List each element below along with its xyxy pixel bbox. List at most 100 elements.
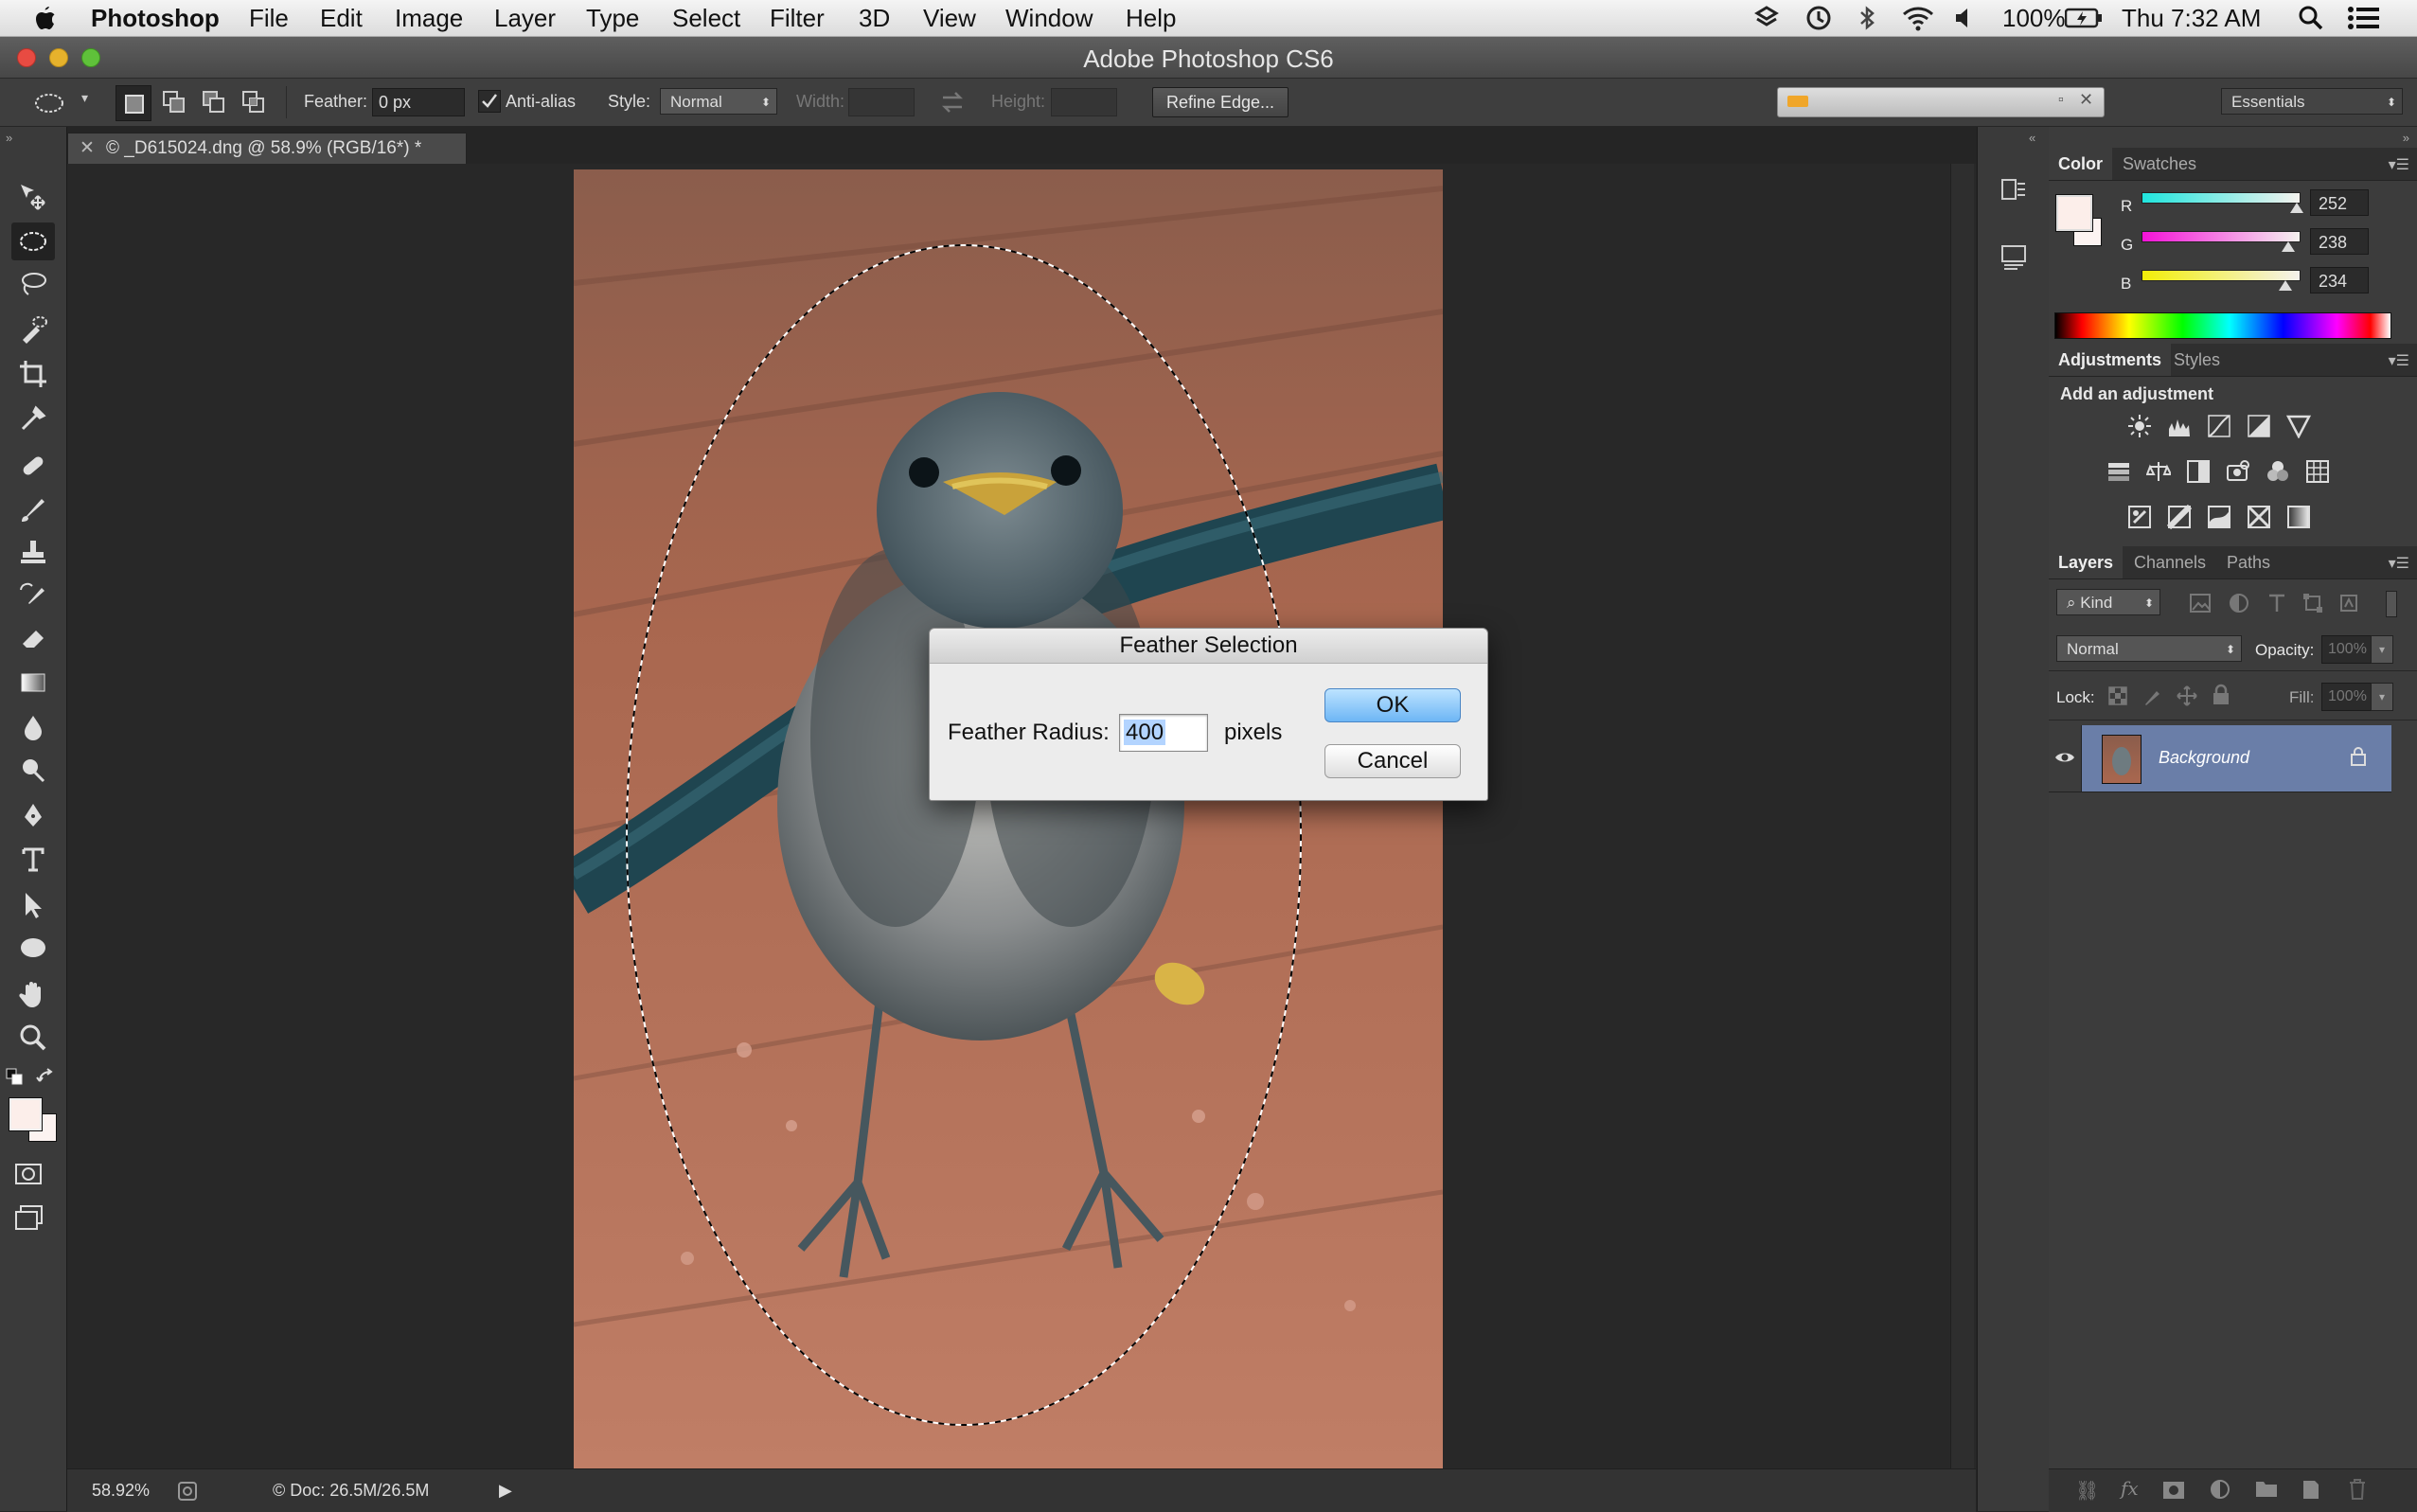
move-tool[interactable] — [11, 178, 55, 216]
dropbox-icon[interactable] — [1753, 5, 1780, 31]
exposure-icon[interactable] — [2246, 413, 2272, 439]
crop-tool[interactable] — [11, 355, 55, 393]
color-foreground-swatch[interactable] — [2056, 195, 2092, 231]
filter-pixel-layers-icon[interactable] — [2189, 593, 2212, 614]
channel-r-slider-thumb[interactable] — [2290, 203, 2303, 213]
preset-dropdown-arrow-icon[interactable]: ▾ — [81, 90, 88, 106]
channel-b-input[interactable]: 234 — [2310, 267, 2369, 294]
notification-center-icon[interactable] — [2347, 5, 2381, 31]
dodge-tool[interactable] — [11, 752, 55, 790]
color-spectrum-ramp[interactable] — [2054, 312, 2391, 339]
workspace-switcher[interactable]: Essentials ⬍ — [2221, 88, 2403, 115]
layer-filter-toggle[interactable] — [2386, 591, 2397, 617]
new-adjustment-layer-icon[interactable] — [2210, 1479, 2230, 1500]
type-tool[interactable] — [11, 841, 55, 879]
path-selection-tool[interactable] — [11, 886, 55, 924]
ok-button[interactable]: OK — [1324, 688, 1461, 722]
history-panel-icon[interactable] — [1999, 174, 2029, 205]
panel-menu-icon[interactable]: ▾☰ — [2389, 554, 2409, 573]
channel-g-input[interactable]: 238 — [2310, 228, 2369, 255]
default-colors-icon[interactable] — [6, 1068, 25, 1087]
menu-3d[interactable]: 3D — [859, 3, 890, 33]
channel-r-input[interactable]: 252 — [2310, 189, 2369, 216]
floating-mini-window[interactable]: ▫ ✕ — [1777, 87, 2105, 117]
app-menu[interactable]: Photoshop — [91, 3, 220, 33]
levels-icon[interactable] — [2166, 413, 2193, 439]
blur-tool[interactable] — [11, 708, 55, 746]
ellipse-shape-tool[interactable] — [11, 929, 55, 967]
refine-edge-button[interactable]: Refine Edge... — [1152, 87, 1288, 117]
opacity-dropdown-icon[interactable]: ▾ — [2371, 635, 2393, 664]
tab-styles[interactable]: Styles — [2164, 344, 2230, 376]
threshold-icon[interactable] — [2206, 504, 2232, 530]
add-to-selection-icon[interactable] — [161, 89, 187, 116]
new-layer-icon[interactable] — [2301, 1478, 2321, 1501]
color-lookup-icon[interactable] — [2304, 458, 2331, 485]
hue-saturation-icon[interactable] — [2106, 458, 2132, 485]
layer-filter-kind-select[interactable]: ⌕ Kind ⬍ — [2056, 589, 2160, 615]
gradient-tool[interactable] — [11, 664, 55, 702]
pen-tool[interactable] — [11, 797, 55, 835]
height-input[interactable] — [1051, 88, 1117, 116]
lasso-tool[interactable] — [11, 266, 55, 304]
eraser-tool[interactable] — [11, 620, 55, 658]
menu-edit[interactable]: Edit — [320, 3, 363, 33]
filter-shape-layers-icon[interactable] — [2302, 593, 2323, 614]
battery-icon[interactable] — [2065, 8, 2103, 28]
panel-menu-icon[interactable]: ▾☰ — [2389, 351, 2409, 370]
channel-b-slider[interactable] — [2142, 270, 2301, 281]
vibrance-icon[interactable] — [2285, 413, 2312, 439]
blend-mode-select[interactable]: Normal ⬍ — [2056, 635, 2242, 662]
swap-colors-icon[interactable] — [36, 1068, 57, 1087]
tab-layers[interactable]: Layers — [2049, 546, 2124, 578]
tab-paths[interactable]: Paths — [2217, 546, 2280, 578]
history-brush-tool[interactable] — [11, 578, 55, 615]
restore-icon[interactable]: ▫ — [2058, 92, 2064, 109]
expand-panels-icon[interactable]: « — [2029, 131, 2035, 145]
intersect-selection-icon[interactable] — [240, 89, 267, 116]
bluetooth-icon[interactable] — [1854, 5, 1880, 31]
posterize-icon[interactable] — [2166, 504, 2193, 530]
elliptical-marquee-tool[interactable] — [11, 222, 55, 260]
tab-adjustments[interactable]: Adjustments — [2049, 344, 2172, 376]
menu-image[interactable]: Image — [395, 3, 463, 33]
spot-healing-brush-tool[interactable] — [11, 447, 55, 485]
black-white-icon[interactable] — [2185, 458, 2212, 485]
lock-image-pixels-icon[interactable] — [2142, 685, 2162, 706]
style-select[interactable]: Normal ⬍ — [660, 88, 777, 115]
layer-visibility-toggle[interactable] — [2049, 725, 2082, 792]
hand-tool[interactable] — [11, 975, 55, 1013]
tool-preset-picker-icon[interactable] — [34, 91, 68, 116]
menu-window[interactable]: Window — [1005, 3, 1093, 33]
collapse-to-icons-icon[interactable]: » — [2403, 131, 2409, 145]
filter-type-layers-icon[interactable] — [2266, 593, 2287, 614]
collapse-panel-icon[interactable]: » — [6, 131, 12, 145]
menu-clock[interactable]: Thu 7:32 AM — [2122, 3, 2261, 33]
wifi-icon[interactable] — [1901, 5, 1935, 31]
new-selection-mode-button[interactable] — [116, 85, 151, 121]
status-menu-arrow-icon[interactable]: ▶ — [499, 1481, 512, 1501]
brush-tool[interactable] — [11, 490, 55, 528]
curves-icon[interactable] — [2206, 413, 2232, 439]
panel-menu-icon[interactable]: ▾☰ — [2389, 155, 2409, 174]
document-image[interactable] — [574, 169, 1443, 1471]
color-balance-icon[interactable] — [2145, 458, 2172, 485]
layer-style-fx-icon[interactable]: fx — [2121, 1477, 2139, 1500]
tab-swatches[interactable]: Swatches — [2113, 148, 2206, 180]
menu-select[interactable]: Select — [672, 3, 740, 33]
menu-help[interactable]: Help — [1126, 3, 1176, 33]
photo-filter-icon[interactable] — [2225, 458, 2251, 485]
vertical-scrollbar[interactable] — [1950, 164, 1974, 1468]
selective-color-icon[interactable] — [2246, 504, 2272, 530]
subtract-from-selection-icon[interactable] — [201, 89, 227, 116]
screen-mode-icon[interactable] — [13, 1204, 45, 1233]
channel-g-slider-thumb[interactable] — [2281, 241, 2295, 252]
tab-channels[interactable]: Channels — [2124, 546, 2215, 578]
channel-mixer-icon[interactable] — [2265, 458, 2291, 485]
zoom-level[interactable]: 58.92% — [92, 1481, 150, 1501]
lock-transparent-pixels-icon[interactable] — [2107, 685, 2128, 706]
volume-icon[interactable] — [1953, 6, 1978, 30]
cancel-button[interactable]: Cancel — [1324, 744, 1461, 778]
clone-stamp-tool[interactable] — [11, 534, 55, 572]
gradient-map-icon[interactable] — [2285, 504, 2312, 530]
